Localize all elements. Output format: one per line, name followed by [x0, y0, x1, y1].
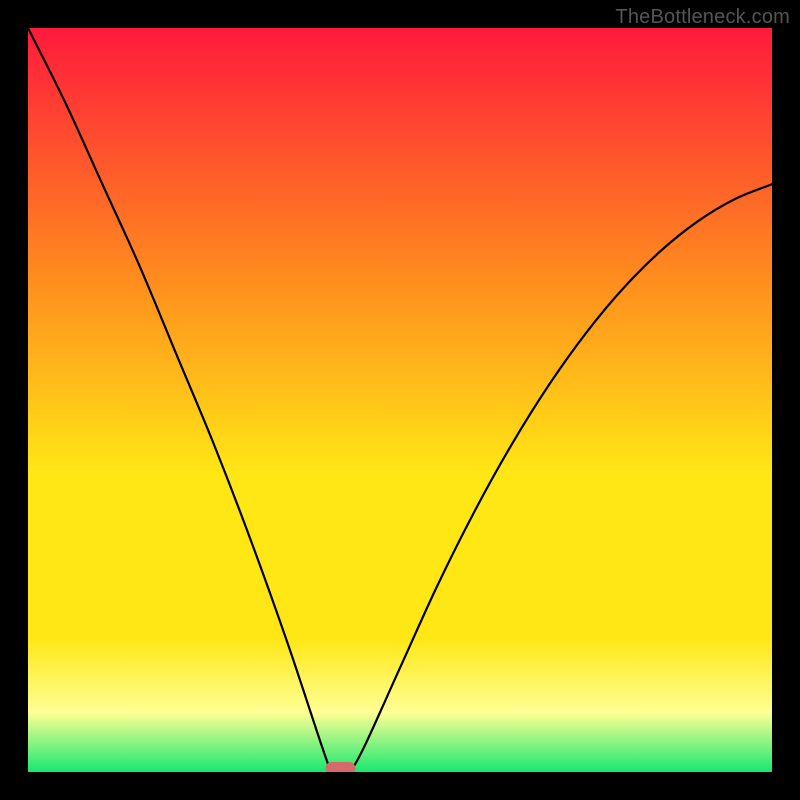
watermark-text: TheBottleneck.com	[615, 6, 790, 29]
chart-frame: TheBottleneck.com	[0, 0, 800, 800]
chart-svg	[28, 28, 772, 772]
minimum-marker	[326, 762, 356, 772]
chart-background	[28, 28, 772, 772]
plot-area	[28, 28, 772, 772]
